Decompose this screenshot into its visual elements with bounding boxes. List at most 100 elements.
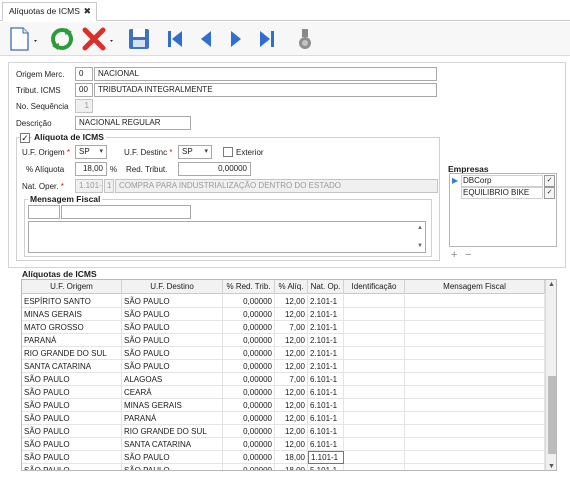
cell-nat-op: 2.101-1 (308, 347, 344, 360)
cell-aliquota: 12,00 (275, 412, 308, 425)
next-record-button[interactable] (226, 26, 246, 52)
tribut-value-input[interactable]: TRIBUTADA INTEGRALMENTE (94, 83, 437, 97)
delete-button[interactable] (82, 26, 118, 52)
empresa-item[interactable]: ▶ DBCorp ✓ (450, 175, 556, 187)
natoper-label: Nat. Oper. * (22, 182, 64, 191)
cell-uf-destino: SANTA CATARINA (122, 438, 223, 451)
table-row[interactable]: SÃO PAULO SANTA CATARINA 0,00000 12,00 6.101… (22, 438, 546, 451)
uf-destino-select[interactable]: SP ▾ (178, 145, 212, 159)
cell-uf-origem: SÃO PAULO (22, 425, 122, 438)
cell-mensagem-fiscal (405, 334, 545, 347)
selected-row-icon: ▶ (452, 176, 459, 185)
save-button[interactable] (126, 26, 152, 52)
cell-mensagem-fiscal (405, 347, 545, 360)
scroll-thumb[interactable] (548, 376, 556, 454)
cell-nat-op: 6.101-1 (308, 386, 344, 399)
cell-identificacao (344, 334, 405, 347)
mensagem-text-area[interactable]: ▲ ▼ (28, 221, 426, 253)
scroll-up-icon[interactable]: ▲ (417, 222, 423, 234)
exterior-label: Exterior (236, 148, 264, 157)
aliquota-label: % Alíquota (26, 165, 65, 174)
empresa-checkbox-icon[interactable]: ✓ (544, 187, 555, 199)
natoper-code-input[interactable]: 1.101- (75, 179, 103, 193)
cell-nat-op: 6.101-1 (308, 373, 344, 386)
cell-identificacao (344, 412, 405, 425)
table-row[interactable]: RIO GRANDE DO SUL SÃO PAULO 0,00000 12,00 2.… (22, 347, 546, 360)
cell-red-trib: 0,00000 (223, 412, 275, 425)
cell-red-trib: 0,00000 (223, 360, 275, 373)
cell-aliquota: 12,00 (275, 438, 308, 451)
origem-value-input[interactable]: NACIONAL (94, 67, 437, 81)
description-input[interactable]: NACIONAL REGULAR (75, 116, 191, 130)
empresas-list: ▶ DBCorp ✓ EQUILIBRIO BIKE ✓ (449, 173, 557, 247)
last-record-button[interactable] (256, 26, 278, 52)
cell-mensagem-fiscal (405, 464, 545, 470)
table-row[interactable]: MINAS GERAIS SÃO PAULO 0,00000 12,00 2.101-1 (22, 308, 546, 321)
mensagem-title-input[interactable] (61, 205, 191, 219)
aliquota-input[interactable]: 18,00 (75, 162, 107, 176)
tab-aliquotas[interactable]: Alíquotas de ICMS ✖ (2, 2, 97, 21)
red-tribut-input[interactable]: 0,00000 (178, 162, 251, 176)
previous-record-icon (201, 31, 211, 47)
empresa-item[interactable]: EQUILIBRIO BIKE ✓ (450, 187, 556, 199)
column-header-mensagem-fiscal[interactable]: Mensagem Fiscal (405, 280, 545, 294)
sequence-label: No. Sequência (16, 102, 69, 111)
scroll-down-icon[interactable]: ▼ (417, 240, 423, 252)
column-header-identificacao[interactable]: Identificação (344, 280, 405, 294)
table-row[interactable]: ESPÍRITO SANTO SÃO PAULO 0,00000 12,00 2.101… (22, 295, 546, 308)
table-row[interactable]: SÃO PAULO CEARÁ 0,00000 12,00 6.101-1 (22, 386, 546, 399)
sequence-input: 1 (75, 99, 93, 113)
empresa-checkbox-icon[interactable]: ✓ (544, 175, 555, 187)
cell-mensagem-fiscal (405, 373, 545, 386)
cell-uf-origem: SÃO PAULO (22, 464, 122, 470)
remove-empresa-button[interactable]: − (465, 249, 471, 261)
new-document-button[interactable] (8, 26, 40, 52)
refresh-button[interactable] (48, 26, 76, 52)
column-header-red-trib[interactable]: % Red. Trib. (223, 280, 275, 294)
cell-identificacao (344, 347, 405, 360)
previous-record-button[interactable] (196, 26, 216, 52)
first-record-button[interactable] (164, 26, 186, 52)
aliquota-checkbox[interactable]: ✓ (20, 133, 30, 143)
exterior-checkbox[interactable] (223, 147, 233, 157)
scroll-up-icon[interactable]: ▲ (548, 281, 555, 288)
table-row[interactable]: SÃO PAULO RIO GRANDE DO SUL 0,00000 12,00 6.… (22, 425, 546, 438)
cell-nat-op: 6.101-1 (308, 412, 344, 425)
table-row[interactable]: SÃO PAULO SÃO PAULO 0,00000 18,00 1.101-1 (22, 451, 546, 464)
stamp-button[interactable] (295, 26, 315, 52)
mensagem-group-title: Mensagem Fiscal (28, 194, 103, 204)
cell-red-trib: 0,00000 (223, 464, 275, 470)
cell-uf-destino: SÃO PAULO (122, 321, 223, 334)
cell-uf-destino: ALAGOAS (122, 373, 223, 386)
table-row[interactable]: PARANÁ SÃO PAULO 0,00000 12,00 2.101-1 (22, 334, 546, 347)
column-header-nat-op[interactable]: Nat. Op. (308, 280, 344, 294)
grid-scrollbar[interactable]: ▲ ▼ (545, 280, 556, 470)
origem-code-input[interactable]: 0 (75, 67, 93, 81)
scroll-down-icon[interactable]: ▼ (548, 463, 555, 470)
mensagem-code-input[interactable] (28, 205, 60, 219)
close-icon[interactable]: ✖ (83, 3, 91, 20)
column-header-uf-origem[interactable]: U.F. Origem (22, 280, 122, 294)
next-record-icon (231, 31, 241, 47)
cell-aliquota: 18,00 (275, 464, 308, 470)
table-row[interactable]: SÃO PAULO MINAS GERAIS 0,00000 12,00 6.101-1 (22, 399, 546, 412)
natoper-seq-input[interactable]: 1 (104, 179, 114, 193)
chevron-down-icon: ▾ (99, 148, 103, 155)
cell-identificacao (344, 373, 405, 386)
table-row[interactable]: SÃO PAULO SÃO PAULO 0,00000 18,00 5.101-1 (22, 464, 546, 470)
table-row[interactable]: SANTA CATARINA SÃO PAULO 0,00000 12,00 2.101… (22, 360, 546, 373)
cell-nat-op: 6.101-1 (308, 425, 344, 438)
tribut-code-input[interactable]: 00 (75, 83, 93, 97)
table-row[interactable]: SÃO PAULO ALAGOAS 0,00000 7,00 6.101-1 (22, 373, 546, 386)
cell-uf-origem: SÃO PAULO (22, 412, 122, 425)
table-row[interactable]: MATO GROSSO SÃO PAULO 0,00000 7,00 2.101-1 (22, 321, 546, 334)
table-row[interactable]: SÃO PAULO PARANÁ 0,00000 12,00 6.101-1 (22, 412, 546, 425)
cell-mensagem-fiscal (405, 438, 545, 451)
column-header-uf-destino[interactable]: U.F. Destino (122, 280, 223, 294)
uf-origem-select[interactable]: SP ▾ (75, 145, 107, 159)
add-empresa-button[interactable]: + (451, 249, 457, 261)
aliquotas-grid: U.F. Origem U.F. Destino% Red. Trib.% Alí… (21, 279, 557, 471)
column-header-aliquota[interactable]: % Alíq. (275, 280, 308, 294)
cell-nat-op: 2.101-1 (308, 295, 344, 308)
cell-red-trib: 0,00000 (223, 347, 275, 360)
